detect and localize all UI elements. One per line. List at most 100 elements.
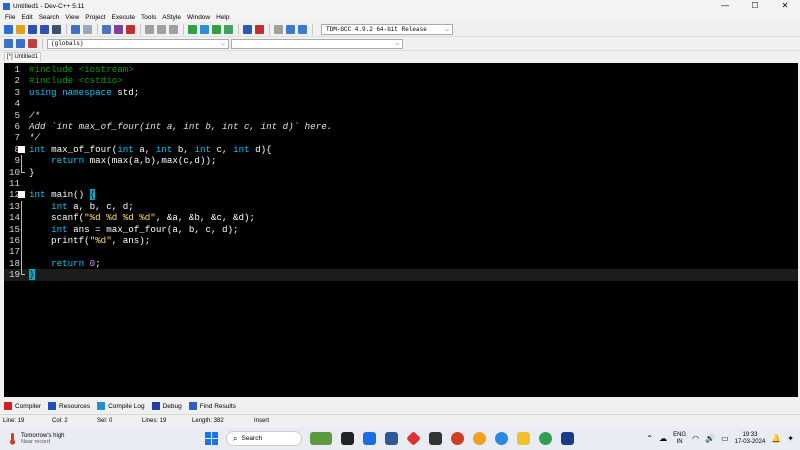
clock-time: 19:33	[742, 431, 758, 438]
code-line[interactable]: 12 int main() {	[4, 189, 798, 201]
code-line[interactable]: 19}	[4, 269, 798, 281]
class-select[interactable]: (globals) ⌵	[47, 38, 229, 49]
undo-icon[interactable]	[71, 24, 80, 34]
chat-icon[interactable]	[363, 432, 376, 445]
code-line[interactable]: 9 return max(max(a,b),max(c,d));	[4, 155, 798, 167]
file-explorer-icon[interactable]	[517, 432, 530, 445]
code-line[interactable]: 16 printf("%d", ans);	[4, 235, 798, 247]
maximize-button[interactable]: ☐	[740, 0, 770, 12]
menu-astyle[interactable]: AStyle	[159, 14, 184, 21]
code-token: int	[233, 143, 256, 155]
office-icon[interactable]	[406, 431, 421, 446]
language-indicator[interactable]: ENG IN	[673, 432, 686, 446]
menu-window[interactable]: Window	[184, 14, 213, 21]
insert-icon[interactable]	[4, 39, 13, 48]
code-line[interactable]: 10}	[4, 166, 798, 178]
code-line[interactable]: 4	[4, 98, 798, 109]
menu-project[interactable]: Project	[82, 14, 108, 21]
rebuild-icon[interactable]	[224, 24, 233, 34]
fold-toggle-icon[interactable]	[18, 189, 25, 200]
code-line[interactable]: 17	[4, 246, 798, 258]
save-icon[interactable]	[28, 24, 37, 34]
add-to-project-icon[interactable]	[145, 24, 154, 34]
fold-toggle-icon[interactable]	[18, 144, 25, 155]
notification-bell-icon[interactable]: 🔔	[771, 434, 781, 443]
remove-from-project-icon[interactable]	[157, 24, 166, 34]
wifi-icon[interactable]: ◠	[692, 434, 699, 443]
code-line[interactable]: 14 scanf("%d %d %d %d", &a, &b, &c, &d);	[4, 212, 798, 224]
output-tab-compiler[interactable]: Compiler	[4, 402, 41, 410]
task-view-icon[interactable]	[341, 432, 354, 445]
new-file-icon[interactable]	[4, 24, 13, 34]
compiler-select[interactable]: TDM-GCC 4.9.2 64-bit Release ⌵	[321, 23, 453, 35]
menu-view[interactable]: View	[62, 14, 82, 21]
run-icon[interactable]	[200, 24, 209, 34]
unindent-icon[interactable]	[286, 24, 295, 34]
code-line[interactable]: 5 /*	[4, 110, 798, 121]
member-select[interactable]: ⌵	[231, 38, 403, 49]
indent-icon[interactable]	[274, 24, 283, 34]
tab-untitled1[interactable]: [*] Untitled1	[4, 52, 42, 61]
compile-run-icon[interactable]	[212, 24, 221, 34]
find-icon[interactable]	[102, 24, 111, 34]
code-line[interactable]: 7 */	[4, 132, 798, 143]
clock[interactable]: 19:33 17-03-2024	[735, 432, 766, 446]
cloud-icon[interactable]: ☁	[659, 434, 667, 443]
stop-icon[interactable]	[255, 24, 264, 34]
menu-search[interactable]: Search	[36, 14, 63, 21]
menu-help[interactable]: Help	[213, 14, 232, 21]
replace-icon[interactable]	[114, 24, 123, 34]
code-line[interactable]: 3 using namespace std;	[4, 87, 798, 98]
compile-icon[interactable]	[188, 24, 197, 34]
code-line[interactable]: 15 int ans = max_of_four(a, b, c, d);	[4, 223, 798, 235]
code-editor[interactable]: 1 #include <iostream> 2 #include <cstdio> 3 u…	[4, 63, 798, 397]
project-options-icon[interactable]	[169, 24, 178, 34]
code-line[interactable]: 18 return 0;	[4, 257, 798, 270]
menu-bar: File Edit Search View Project Execute To…	[0, 12, 800, 22]
minimize-button[interactable]: —	[710, 0, 740, 12]
weather-widget[interactable]: Tomorrow's high Near record	[0, 432, 110, 445]
menu-execute[interactable]: Execute	[109, 14, 139, 21]
copilot-icon[interactable]: ✦	[787, 434, 794, 443]
frogs-widget-icon[interactable]	[310, 432, 332, 445]
taskbar-search[interactable]: ⌕ Search	[226, 431, 302, 446]
chevron-down-icon: ⌵	[221, 39, 225, 47]
output-tab-resources[interactable]: Resources	[48, 402, 90, 410]
line-number: 6	[14, 121, 20, 132]
toggle-bookmark-icon[interactable]	[16, 39, 25, 48]
code-line[interactable]: 8int max_of_four(int a, int b, int c, in…	[4, 144, 798, 155]
close-icon[interactable]	[52, 24, 61, 34]
chrome-icon[interactable]	[539, 432, 552, 445]
open-icon[interactable]	[16, 24, 25, 34]
redo-icon[interactable]	[83, 24, 92, 34]
save-all-icon[interactable]	[40, 24, 49, 34]
menu-file[interactable]: File	[2, 14, 18, 21]
devcpp-taskbar-icon[interactable]	[561, 432, 574, 445]
output-tab-find-results[interactable]: Find Results	[188, 402, 236, 410]
code-line[interactable]: 11	[4, 178, 798, 189]
windows-start-icon[interactable]	[205, 432, 218, 445]
code-line[interactable]: 6 Add `int max_of_four(int a, int b, int …	[4, 121, 798, 132]
code-line[interactable]: 13 int a, b, c, d;	[4, 200, 798, 213]
help-icon[interactable]	[473, 432, 486, 445]
output-tab-compile-log[interactable]: Compile Log	[97, 402, 145, 410]
toggle-comment-icon[interactable]	[298, 24, 307, 34]
code-line[interactable]: 1 #include <iostream>	[4, 64, 798, 75]
goto-bookmark-icon[interactable]	[28, 39, 37, 48]
code-token: }	[29, 269, 35, 281]
battery-icon[interactable]: ▭	[721, 434, 729, 443]
wps-icon[interactable]	[451, 432, 464, 445]
volume-icon[interactable]: 🔊	[705, 434, 715, 443]
chevron-up-icon[interactable]: ⌃	[646, 434, 653, 443]
app-m-icon[interactable]	[429, 432, 442, 445]
debug-icon[interactable]	[243, 24, 252, 34]
edge-icon[interactable]	[495, 432, 508, 445]
goto-icon[interactable]	[126, 24, 135, 34]
menu-tools[interactable]: Tools	[138, 14, 159, 21]
code-text: int ans = max_of_four(a, b, c, d);	[29, 224, 238, 235]
code-line[interactable]: 2 #include <cstdio>	[4, 75, 798, 86]
close-window-button[interactable]: ✕	[770, 0, 800, 12]
menu-edit[interactable]: Edit	[18, 14, 35, 21]
store-icon[interactable]	[385, 432, 398, 445]
output-tab-debug[interactable]: Debug	[151, 402, 182, 410]
